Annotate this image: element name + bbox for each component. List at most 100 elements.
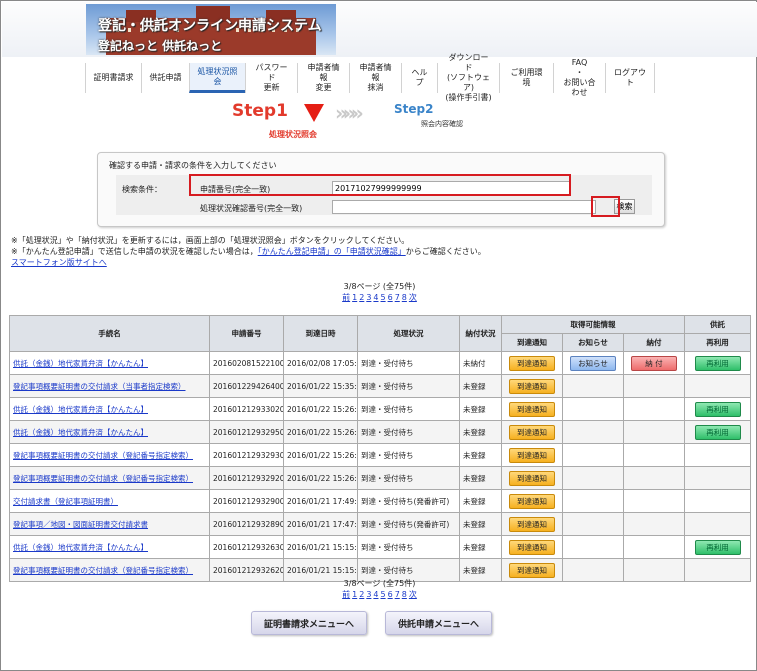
smartphone-site-link[interactable]: スマートフォン版サイトへ (11, 258, 107, 267)
procedure-name-link[interactable]: 登記事項概要証明書の交付請求（当事者指定検索） (13, 382, 186, 391)
kantan-status-link[interactable]: 「かんたん登記申請」の「申請状況確認」 (258, 247, 406, 256)
application-number: 2016012129328900 (213, 519, 284, 529)
processing-status: 到達・受付待ち(発番許可) (361, 496, 450, 506)
application-number: 2016012129326300 (213, 542, 284, 552)
step-chevrons-icon: »»» (335, 101, 364, 125)
pager-next[interactable]: 次 (409, 590, 417, 599)
nav-logout[interactable]: ログアウト (605, 63, 655, 93)
procedure-name-link[interactable]: 登記事項／地図・図面証明書交付請求書 (13, 520, 148, 529)
arrival-datetime: 2016/01/22 15:26:38 (287, 404, 357, 414)
procedure-name-link[interactable]: 供託（金銭）地代家賃弁済【かんたん】 (13, 359, 148, 368)
header-pay: 納付 (622, 333, 686, 352)
pager-page-1[interactable]: 1 (352, 293, 357, 302)
nav-cert-request[interactable]: 証明書請求 (85, 63, 141, 93)
arrival-notice-button[interactable]: 到達通知 (509, 516, 555, 532)
procedure-name-link[interactable]: 供託（金銭）地代家賃弁済【かんたん】 (13, 428, 148, 437)
procedure-name-link[interactable]: 供託（金銭）地代家賃弁済【かんたん】 (13, 405, 148, 414)
nav-faq[interactable]: FAQ ・ お問い合わせ (553, 58, 605, 97)
procedure-name-link[interactable]: 供託（金銭）地代家賃弁済【かんたん】 (13, 543, 148, 552)
pager-page-6[interactable]: 6 (388, 293, 393, 302)
arrival-notice-button[interactable]: 到達通知 (509, 562, 555, 578)
payment-status: 未登録 (463, 427, 486, 437)
pager-links: 前12345678次 (1, 292, 757, 303)
pay-button[interactable]: 納 付 (631, 355, 677, 371)
pager-page-4[interactable]: 4 (373, 293, 378, 302)
payment-status: 未納付 (463, 358, 486, 368)
reuse-button[interactable]: 再利用 (694, 539, 741, 555)
pager-summary: 3/8ページ (全75件) (343, 282, 416, 291)
banner-subtitle: 登記ねっと 供託ねっと (98, 39, 223, 53)
arrival-notice-button[interactable]: 到達通知 (509, 401, 555, 417)
reuse-button[interactable]: 再利用 (694, 424, 741, 440)
arrival-datetime: 2016/01/22 15:26:38 (287, 427, 357, 437)
reuse-button[interactable]: 再利用 (694, 401, 741, 417)
step1-title: Step1 (232, 101, 288, 121)
nav-applicant-change[interactable]: 申請者情報 変更 (297, 63, 349, 93)
pager-page-7[interactable]: 7 (395, 293, 400, 302)
pager-prev[interactable]: 前 (342, 590, 350, 599)
pager-page-1[interactable]: 1 (352, 590, 357, 599)
pager-page-2[interactable]: 2 (359, 590, 364, 599)
kyotaku-menu-button[interactable]: 供託申請メニューへ (385, 611, 493, 635)
search-instructions: 確認する申請・請求の条件を入力してください (109, 161, 277, 170)
arrival-notice-button[interactable]: 到達通知 (509, 493, 555, 509)
arrival-notice-button[interactable]: 到達通知 (509, 355, 555, 371)
pager-page-4[interactable]: 4 (373, 590, 378, 599)
header-reuse: 再利用 (684, 333, 752, 352)
header-arrival: 到達日時 (283, 315, 358, 352)
procedure-name-link[interactable]: 登記事項概要証明書の交付請求（登記番号指定検索） (13, 474, 193, 483)
application-number-input[interactable] (332, 181, 570, 195)
pager-bottom: 3/8ページ (全75件) 前12345678次 (1, 578, 757, 600)
pager-page-5[interactable]: 5 (381, 590, 386, 599)
processing-status: 到達・受付待ち (361, 358, 414, 368)
pager-top: 3/8ページ (全75件) 前12345678次 (1, 281, 757, 303)
header-notice: お知らせ (562, 333, 624, 352)
pager-prev[interactable]: 前 (342, 293, 350, 302)
procedure-name-link[interactable]: 登記事項概要証明書の交付請求（登記番号指定検索） (13, 451, 193, 460)
pager-page-3[interactable]: 3 (366, 590, 371, 599)
pager-page-8[interactable]: 8 (402, 293, 407, 302)
pager-page-6[interactable]: 6 (388, 590, 393, 599)
cert-menu-button[interactable]: 証明書請求メニューへ (251, 611, 368, 635)
table-row: 登記事項概要証明書の交付請求（登記番号指定検索） 2016012129329300… (9, 443, 752, 467)
pager-page-7[interactable]: 7 (395, 590, 400, 599)
nav-status-inquiry[interactable]: 処理状況照会 (189, 63, 245, 93)
arrival-notice-button[interactable]: 到達通知 (509, 378, 555, 394)
table-row: 供託（金銭）地代家賃弁済【かんたん】 2016012129326300 2016/0… (9, 535, 752, 559)
arrival-notice-button[interactable]: 到達通知 (509, 539, 555, 555)
header-name: 手続名 (9, 315, 210, 352)
payment-status: 未登録 (463, 450, 486, 460)
application-number: 2016020815221001 (213, 358, 284, 368)
nav-kyotaku[interactable]: 供託申請 (141, 63, 189, 93)
nav-applicant-delete[interactable]: 申請者情報 抹消 (349, 63, 401, 93)
nav-password-update[interactable]: パスワード 更新 (245, 63, 297, 93)
reuse-button[interactable]: 再利用 (694, 355, 741, 371)
procedure-name-link[interactable]: 登記事項概要証明書の交付請求（登記番号指定検索） (13, 566, 193, 575)
table-row: 供託（金銭）地代家賃弁済【かんたん】 2016012129329500 2016/0… (9, 420, 752, 444)
page-frame: 登記・供託オンライン申請システム 登記ねっと 供託ねっと 証明書請求 供託申請 … (0, 0, 757, 671)
nav-download[interactable]: ダウンロード (ソフトウェア) (操作手引書) (437, 53, 499, 102)
pager-page-8[interactable]: 8 (402, 590, 407, 599)
nav-environment[interactable]: ご利用環境 (499, 63, 553, 93)
notice-button[interactable]: お知らせ (570, 355, 616, 371)
arrival-datetime: 2016/02/08 17:05:03 (287, 358, 357, 368)
header-arrival-notice: 到達通知 (501, 333, 563, 352)
arrival-datetime: 2016/01/22 15:26:38 (287, 450, 357, 460)
nav-help[interactable]: ヘルプ (401, 63, 437, 93)
arrival-notice-button[interactable]: 到達通知 (509, 470, 555, 486)
procedure-name-link[interactable]: 交付請求書（登記事項証明書） (13, 497, 118, 506)
pager-next[interactable]: 次 (409, 293, 417, 302)
application-number: 2016012129329500 (213, 427, 284, 437)
step2-title: Step2 (394, 102, 434, 116)
pager-page-3[interactable]: 3 (366, 293, 371, 302)
arrival-notice-button[interactable]: 到達通知 (509, 424, 555, 440)
status-check-number-input[interactable] (332, 200, 596, 214)
pager-page-5[interactable]: 5 (381, 293, 386, 302)
table-row: 登記事項概要証明書の交付請求（登記番号指定検索） 2016012129329200… (9, 466, 752, 490)
arrival-notice-button[interactable]: 到達通知 (509, 447, 555, 463)
arrival-datetime: 2016/01/21 17:49:40 (287, 496, 357, 506)
pager-page-2[interactable]: 2 (359, 293, 364, 302)
application-number: 2016012294264001 (213, 381, 284, 391)
processing-status: 到達・受付待ち (361, 427, 414, 437)
search-button[interactable]: 検索 (614, 199, 635, 214)
